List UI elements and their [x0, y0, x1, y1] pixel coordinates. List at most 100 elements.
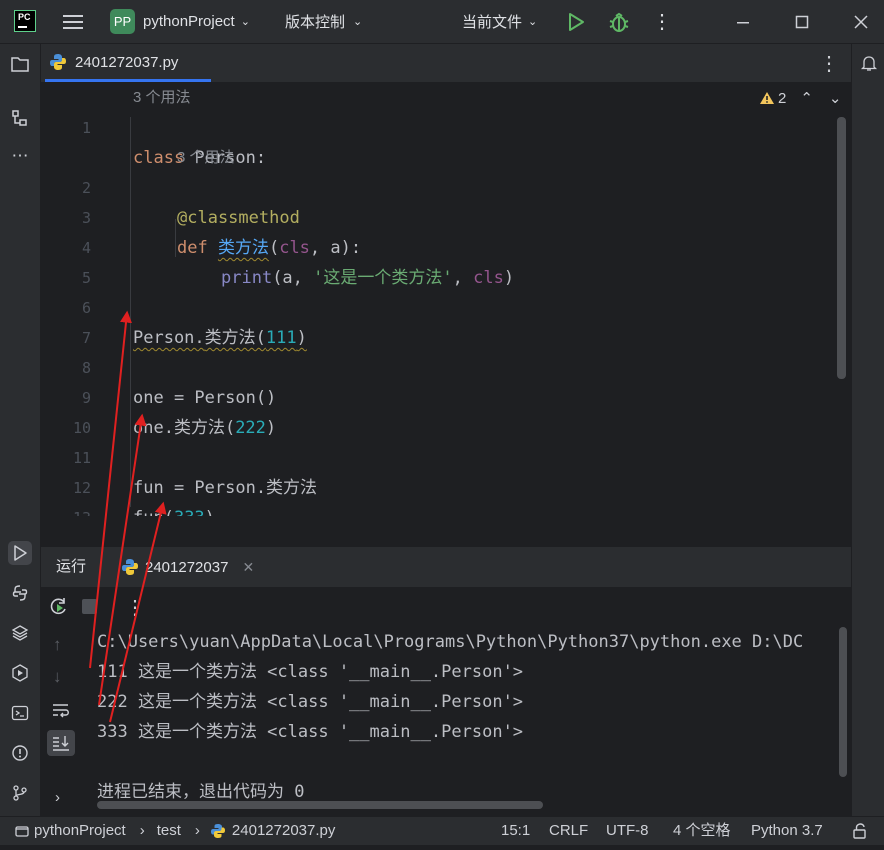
line-number: 5	[81, 269, 91, 287]
run-config-tab-label: 2401272037	[145, 558, 229, 576]
breadcrumb: pythonProject › test › 2401272037.py	[14, 817, 335, 845]
console-output[interactable]: C:\Users\yuan\AppData\Local\Programs\Pyt…	[83, 627, 851, 816]
more-tools-icon[interactable]: ⋯	[8, 144, 32, 168]
maximize-button[interactable]	[795, 0, 809, 43]
close-icon[interactable]: ✕	[242, 559, 254, 576]
line-number: 7	[81, 329, 91, 347]
breadcrumb-folder[interactable]: test	[157, 817, 181, 845]
chevron-right-icon[interactable]: ›	[55, 789, 60, 806]
warning-count: 2	[778, 89, 787, 107]
folder-icon[interactable]	[8, 52, 32, 76]
line-number: 12	[72, 479, 91, 497]
file-encoding[interactable]: UTF-8	[606, 817, 649, 845]
git-icon[interactable]	[8, 781, 32, 805]
warning-icon	[760, 92, 774, 104]
pycharm-logo-icon: PC	[14, 10, 36, 32]
run-config-selector[interactable]: 当前文件 ⌄	[462, 0, 537, 43]
usage-hint[interactable]: 3 个用法	[133, 83, 191, 113]
python-interpreter[interactable]: Python 3.7	[751, 817, 823, 845]
inspection-widget[interactable]: 2 ⌃ ⌄	[759, 89, 842, 107]
more-actions-icon[interactable]: ⋮	[125, 595, 145, 620]
layers-icon[interactable]	[8, 621, 32, 645]
console-side-toolbar: ↑ ↓ ›	[41, 627, 83, 816]
editor-tab[interactable]: 2401272037.py	[45, 44, 211, 82]
notifications-bell-icon[interactable]	[860, 54, 878, 77]
minimize-icon	[737, 21, 749, 23]
right-tool-strip	[851, 44, 884, 816]
line-number: 6	[81, 299, 91, 317]
terminal-icon[interactable]	[8, 701, 32, 725]
editor-tab-bar: 2401272037.py ⋮	[41, 44, 851, 83]
close-icon	[854, 14, 868, 29]
console-line: 333 这是一个类方法 <class '__main__.Person'>	[97, 722, 524, 742]
soft-wrap-icon[interactable]	[51, 701, 71, 724]
services-icon[interactable]	[8, 661, 32, 685]
lock-icon[interactable]	[851, 822, 869, 840]
line-ending[interactable]: CRLF	[549, 817, 588, 845]
console-vertical-scrollbar[interactable]	[839, 627, 847, 777]
tab-filename: 2401272037.py	[75, 53, 179, 71]
line-number: 2	[81, 179, 91, 197]
project-badge[interactable]: PP	[110, 9, 135, 34]
logo-text: PC	[18, 12, 31, 22]
breadcrumb-project[interactable]: pythonProject	[34, 817, 126, 845]
project-selector[interactable]: pythonProject ⌄	[143, 0, 250, 43]
python-file-icon	[50, 54, 66, 70]
chevron-down-icon[interactable]: ⌄	[829, 89, 842, 107]
module-icon	[15, 826, 29, 837]
run-toolbar: ⋮	[41, 587, 851, 627]
code-editor[interactable]: 3 个用法 2 ⌃ ⌄ 1 class Person: 3 个用法 2 @cla…	[41, 83, 851, 516]
vcs-label: 版本控制	[285, 14, 346, 31]
chevron-down-icon: ⌄	[240, 16, 250, 28]
chevron-right-icon: ›	[194, 822, 200, 839]
status-bar: pythonProject › test › 2401272037.py 15:…	[0, 816, 884, 845]
minimize-button[interactable]	[736, 0, 750, 43]
arrow-up-icon[interactable]: ↑	[53, 635, 62, 655]
run-tool-window-header: 运行 2401272037 ✕	[41, 546, 851, 587]
more-actions-icon[interactable]: ⋮	[652, 0, 672, 43]
run-config-label: 当前文件	[462, 14, 523, 31]
hamburger-menu-icon	[63, 14, 83, 29]
stop-icon[interactable]	[82, 599, 97, 614]
vcs-selector[interactable]: 版本控制 ⌄	[285, 0, 362, 43]
scroll-to-end-button[interactable]	[47, 730, 75, 756]
main-menu-button[interactable]	[62, 0, 84, 43]
title-bar: PC PP pythonProject ⌄ 版本控制 ⌄ 当前文件 ⌄ ⋮	[0, 0, 884, 44]
usage-hint[interactable]: 3 个用法	[177, 143, 235, 173]
chevron-down-icon: ⌄	[528, 16, 538, 28]
line-number: 4	[81, 239, 91, 257]
run-tool-icon[interactable]	[8, 541, 32, 565]
problems-icon[interactable]	[8, 741, 32, 765]
console-horizontal-scrollbar[interactable]	[97, 801, 543, 809]
run-button[interactable]	[566, 0, 586, 43]
editor-scrollbar[interactable]	[837, 117, 846, 379]
console-line: C:\Users\yuan\AppData\Local\Programs\Pyt…	[97, 632, 804, 652]
caret-position[interactable]: 15:1	[501, 817, 530, 845]
console-line: 222 这是一个类方法 <class '__main__.Person'>	[97, 692, 524, 712]
tab-options-icon[interactable]: ⋮	[819, 51, 839, 76]
chevron-up-icon[interactable]: ⌃	[800, 89, 813, 107]
rerun-icon[interactable]	[49, 597, 69, 622]
line-number: 11	[72, 449, 91, 467]
bug-icon	[609, 12, 629, 32]
active-tab-underline	[45, 79, 211, 82]
line-number: 10	[72, 419, 91, 437]
project-name: pythonProject	[143, 13, 235, 30]
run-config-tab[interactable]: 2401272037 ✕	[121, 547, 254, 587]
run-tab[interactable]: 运行	[56, 547, 86, 587]
line-number: 13	[41, 503, 91, 516]
console-line: 111 这是一个类方法 <class '__main__.Person'>	[97, 662, 524, 682]
python-file-icon	[210, 824, 225, 838]
maximize-icon	[795, 15, 809, 28]
debug-button[interactable]	[608, 0, 630, 43]
line-number: 9	[81, 389, 91, 407]
line-number: 3	[81, 209, 91, 227]
indent-setting[interactable]: 4 个空格	[673, 817, 731, 845]
chevron-right-icon: ›	[139, 822, 145, 839]
structure-icon[interactable]	[8, 106, 32, 130]
breadcrumb-file[interactable]: 2401272037.py	[232, 817, 335, 845]
arrow-down-icon[interactable]: ↓	[53, 667, 62, 687]
run-icon	[569, 12, 584, 31]
close-button[interactable]	[854, 0, 868, 43]
python-console-icon[interactable]	[8, 581, 32, 605]
